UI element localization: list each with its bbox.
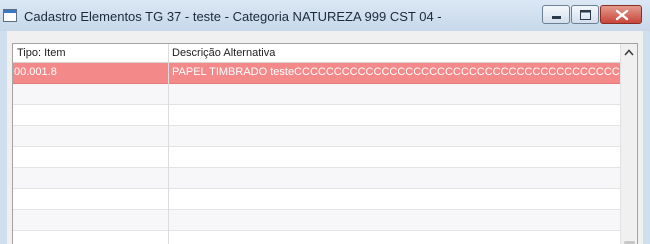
cell-descricao-alternativa: PAPEL TIMBRADO testeCCCCCCCCCCCCCCCCCCCC… [172, 66, 620, 78]
table-row-empty[interactable] [13, 147, 620, 168]
minimize-button[interactable] [542, 5, 570, 24]
application-window: Cadastro Elementos TG 37 - teste - Categ… [0, 0, 650, 244]
column-divider[interactable] [168, 44, 169, 244]
vertical-scrollbar[interactable] [620, 44, 637, 244]
items-grid[interactable]: Tipo: Item Descrição Alternativa 00.001.… [12, 43, 638, 244]
app-window-icon [3, 9, 17, 22]
table-row-empty[interactable] [13, 231, 620, 244]
table-row-empty[interactable] [13, 210, 620, 231]
maximize-icon [580, 10, 591, 20]
column-header-tipo-item[interactable]: Tipo: Item [17, 47, 66, 59]
table-row-selected[interactable]: 00.001.8 PAPEL TIMBRADO testeCCCCCCCCCCC… [13, 63, 620, 84]
grid-body: Tipo: Item Descrição Alternativa 00.001.… [13, 44, 620, 244]
minimize-icon [552, 16, 561, 19]
table-row-empty[interactable] [13, 168, 620, 189]
grid-header: Tipo: Item Descrição Alternativa [13, 44, 620, 63]
cell-tipo-item: 00.001.8 [14, 66, 57, 78]
window-client-area: Tipo: Item Descrição Alternativa 00.001.… [7, 31, 643, 244]
column-header-descricao-alternativa[interactable]: Descrição Alternativa [172, 47, 275, 59]
close-button[interactable] [600, 5, 642, 24]
table-row-empty[interactable] [13, 105, 620, 126]
table-row-empty[interactable] [13, 126, 620, 147]
table-row-empty[interactable] [13, 84, 620, 105]
maximize-button[interactable] [571, 5, 599, 24]
table-row-empty[interactable] [13, 189, 620, 210]
window-title: Cadastro Elementos TG 37 - teste - Categ… [24, 9, 442, 24]
close-icon [615, 9, 629, 21]
scroll-up-arrow-icon[interactable] [621, 44, 637, 61]
title-bar[interactable]: Cadastro Elementos TG 37 - teste - Categ… [0, 0, 650, 31]
